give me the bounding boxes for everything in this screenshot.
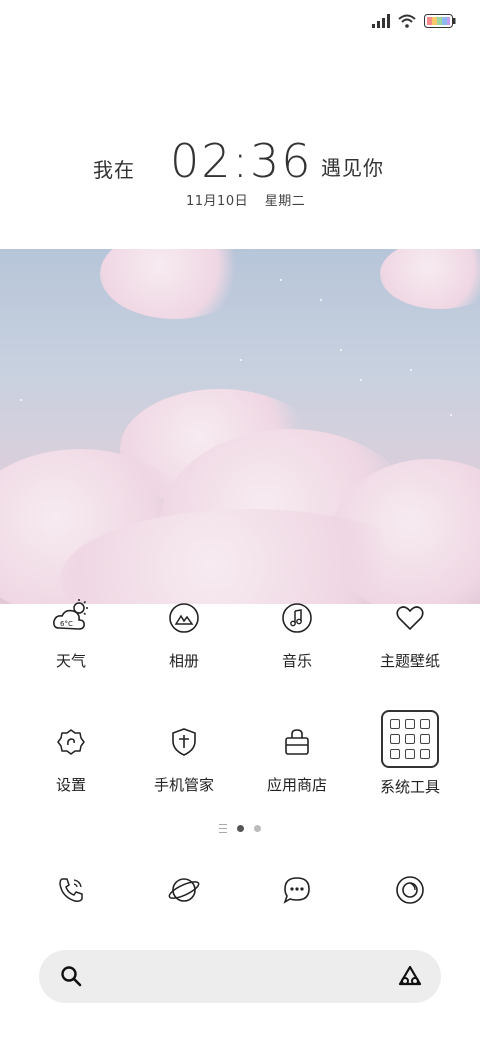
dock-browser[interactable] <box>162 868 206 912</box>
app-label: 系统工具 <box>379 778 440 796</box>
app-label: 主题壁纸 <box>379 652 440 670</box>
menu-lines-icon <box>219 824 227 833</box>
app-settings[interactable]: 设置 <box>16 720 126 795</box>
date-text: 11月10日 <box>186 194 249 209</box>
search-icon <box>61 966 82 987</box>
security-icon <box>162 720 206 764</box>
dock <box>0 868 480 914</box>
app-label: 设置 <box>55 776 86 794</box>
camera-icon <box>396 876 424 904</box>
app-label: 相册 <box>168 652 199 670</box>
wifi-icon <box>398 14 416 28</box>
tools-folder-icon <box>381 710 439 768</box>
page-indicator[interactable] <box>0 824 480 833</box>
app-gallery[interactable]: 相册 <box>129 596 239 671</box>
app-label: 应用商店 <box>266 776 327 794</box>
weekday-text: 星期二 <box>264 194 306 209</box>
wallpaper-image <box>0 249 480 604</box>
browser-icon <box>168 878 200 902</box>
weather-temp: 6°C <box>60 620 73 628</box>
theme-icon <box>388 596 432 640</box>
signal-icon <box>372 14 390 28</box>
app-weather[interactable]: 6°C 天气 <box>16 596 126 671</box>
clock-date: 11月10日 星期二 <box>186 190 305 209</box>
phone-icon <box>59 878 83 902</box>
page-dot-active <box>237 825 244 832</box>
app-themes[interactable]: 主题壁纸 <box>355 596 465 671</box>
app-label: 天气 <box>55 652 86 670</box>
app-phone-manager[interactable]: 手机管家 <box>129 720 239 795</box>
app-label: 音乐 <box>281 652 312 670</box>
status-bar <box>372 10 456 32</box>
assistant-icon[interactable] <box>397 964 423 988</box>
gallery-icon <box>162 596 206 640</box>
weather-icon: 6°C <box>49 596 93 640</box>
battery-icon <box>424 14 456 28</box>
dock-camera[interactable] <box>388 868 432 912</box>
app-label: 手机管家 <box>153 776 214 794</box>
music-icon <box>275 596 319 640</box>
dock-phone[interactable] <box>49 868 93 912</box>
app-store-icon <box>275 720 319 764</box>
clock-time: 02:36 <box>170 134 313 188</box>
app-system-tools[interactable]: 系统工具 <box>355 710 465 797</box>
clock-prefix: 我在 <box>93 158 135 182</box>
app-store[interactable]: 应用商店 <box>242 720 352 795</box>
dock-messages[interactable] <box>275 868 319 912</box>
search-bar[interactable] <box>39 950 441 1003</box>
app-music[interactable]: 音乐 <box>242 596 352 671</box>
page-dot <box>254 825 261 832</box>
clock-widget[interactable]: 我在 02:36 遇见你 11月10日 星期二 <box>0 134 480 224</box>
clock-suffix: 遇见你 <box>321 156 384 180</box>
messages-icon <box>283 877 310 904</box>
moon-icon <box>293 302 302 320</box>
settings-icon <box>49 720 93 764</box>
